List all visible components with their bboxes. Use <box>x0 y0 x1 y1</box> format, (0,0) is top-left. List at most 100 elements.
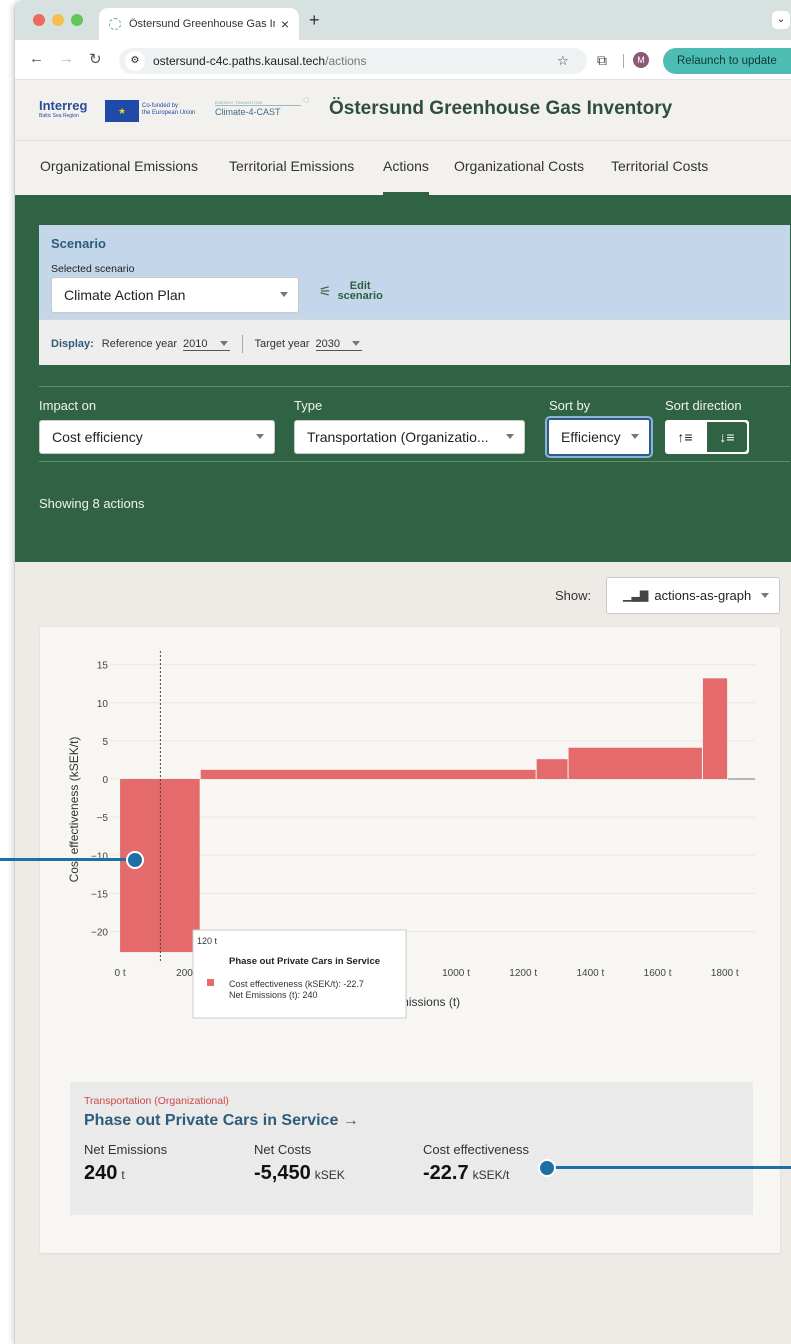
sort-descending-icon[interactable]: ↓≡ <box>707 422 747 452</box>
display-label: Display: <box>51 338 94 350</box>
extensions-icon[interactable]: ⧉ <box>597 52 607 69</box>
scenario-title: Scenario <box>51 236 106 251</box>
target-year-label: Target year <box>254 338 310 350</box>
tab-search-chevron-icon[interactable]: ⌄ <box>772 11 790 29</box>
x-tick-label: 0 t <box>115 968 126 979</box>
scenario-select[interactable]: Climate Action Plan <box>51 277 299 313</box>
target-year-value: 2030 <box>315 337 341 350</box>
sort-direction-label: Sort direction <box>665 398 742 413</box>
sort-direction-toggle[interactable]: ↑≡ ↓≡ <box>665 420 749 454</box>
bar-chart-icon: ▁▃▇ <box>623 590 649 602</box>
c4c-label: Climate-4-CAST <box>215 105 301 117</box>
view-mode-value: actions-as-graph <box>654 588 752 603</box>
address-bar[interactable]: ⚙ ostersund-c4c.paths.kausal.tech/action… <box>119 48 587 74</box>
tooltip-header: 120 t <box>197 936 218 946</box>
action-category[interactable]: Transportation (Organizational) <box>84 1095 229 1107</box>
cost-effectiveness-label: Cost effectiveness <box>423 1142 529 1157</box>
tab-title: Östersund Greenhouse Gas In <box>129 18 275 30</box>
favicon-icon <box>109 18 121 30</box>
tooltip-line: Cost effectiveness (kSEK/t): -22.7 <box>229 979 364 989</box>
annotation-line <box>0 858 130 861</box>
tooltip-box <box>192 929 407 1019</box>
selected-scenario-label: Selected scenario <box>51 263 135 275</box>
interreg-logo[interactable]: Interreg Baltic Sea Region <box>39 99 87 122</box>
target-year-select[interactable]: 2030 <box>315 337 363 351</box>
sort-by-value: Efficiency <box>561 429 621 445</box>
browser-window: Östersund Greenhouse Gas In × + ⌄ ← → ↻ … <box>14 0 791 1344</box>
profile-avatar[interactable]: M <box>633 52 649 68</box>
x-tick-label: 1000 t <box>442 968 470 979</box>
edit-scenario-line2: scenario <box>337 290 383 302</box>
y-tick-label: 0 <box>102 775 108 786</box>
net-emissions-value: 240 t <box>84 1162 125 1185</box>
sort-by-select[interactable]: Efficiency <box>547 418 651 456</box>
site-header: Interreg Baltic Sea Region ★ Co-funded b… <box>15 80 791 140</box>
back-arrow-icon[interactable]: ← <box>29 50 44 67</box>
nav-actions[interactable]: Actions <box>383 158 429 196</box>
edit-scenario-button[interactable]: ⚟ Edit scenario <box>319 281 383 302</box>
net-costs-label: Net Costs <box>254 1142 312 1157</box>
nav-territorial-costs[interactable]: Territorial Costs <box>611 158 708 174</box>
maximize-window-button[interactable] <box>71 14 83 26</box>
chart-bar <box>702 678 728 779</box>
minimize-window-button[interactable] <box>52 14 64 26</box>
impact-on-select[interactable]: Cost efficiency <box>39 420 275 454</box>
tab-close-icon[interactable]: × <box>281 16 289 32</box>
x-tick-label: 1600 t <box>644 968 672 979</box>
sort-ascending-icon[interactable]: ↑≡ <box>665 420 705 454</box>
impact-on-value: Cost efficiency <box>52 429 143 445</box>
climate-4-cast-logo[interactable]: ENERGY TRANSITION Climate-4-CAST ◌ <box>215 94 315 124</box>
view-mode-select[interactable]: ▁▃▇ actions-as-graph <box>606 577 780 614</box>
nav-organizational-costs[interactable]: Organizational Costs <box>454 158 584 174</box>
chevron-down-icon <box>352 340 361 346</box>
site-settings-icon[interactable]: ⚙ <box>125 51 145 71</box>
browser-tab[interactable]: Östersund Greenhouse Gas In × <box>99 8 299 40</box>
nav-organizational-emissions[interactable]: Organizational Emissions <box>40 158 198 174</box>
close-window-button[interactable] <box>33 14 45 26</box>
reference-year-select[interactable]: 2010 <box>183 338 230 351</box>
cost-effectiveness-value: -22.7 kSEK/t <box>423 1162 509 1185</box>
nav-territorial-emissions[interactable]: Territorial Emissions <box>229 158 354 174</box>
relaunch-button[interactable]: Relaunch to update <box>663 48 791 74</box>
main-nav: Organizational Emissions Territorial Emi… <box>15 140 791 196</box>
eu-funding-text: Co-funded by the European Union <box>142 103 195 117</box>
showing-count: Showing 8 actions <box>39 496 145 511</box>
annotation-line <box>548 1166 791 1169</box>
chart-tooltip: 120 t Phase out Private Cars in Service Co… <box>192 929 407 1019</box>
cost-effectiveness-chart[interactable]: 151050−5−10−15−200 t 200 t 1000 t 1200 t 140… <box>40 627 780 1067</box>
x-tick-label: 1800 t <box>711 968 739 979</box>
annotation-marker <box>538 1159 556 1177</box>
tab-strip: Östersund Greenhouse Gas In × + ⌄ <box>15 0 791 40</box>
chevron-down-icon <box>219 340 228 346</box>
y-tick-label: −15 <box>91 889 108 900</box>
bookmark-star-icon[interactable]: ☆ <box>557 53 569 69</box>
chevron-down-icon <box>280 292 288 297</box>
sort-by-label: Sort by <box>549 398 591 413</box>
divider <box>39 386 790 387</box>
type-value: Transportation (Organizatio... <box>307 429 489 445</box>
site-title[interactable]: Östersund Greenhouse Gas Inventory <box>329 98 672 120</box>
y-tick-label: −5 <box>97 813 109 824</box>
x-tick-label: 1200 t <box>509 968 537 979</box>
sliders-icon: ⚟ <box>319 282 332 299</box>
new-tab-button[interactable]: + <box>309 10 320 31</box>
annotation-marker <box>126 851 144 869</box>
reload-icon[interactable]: ↻ <box>89 50 102 68</box>
chart-bar <box>536 759 568 779</box>
show-label: Show: <box>555 588 592 603</box>
forward-arrow-icon[interactable]: → <box>59 50 74 67</box>
url-host: ostersund-c4c.paths.kausal.tech <box>153 54 326 68</box>
display-settings: Display: Reference year 2010 Target year… <box>39 319 790 365</box>
y-tick-label: −20 <box>91 928 108 939</box>
y-tick-label: 5 <box>102 737 108 748</box>
scenario-box: Scenario Selected scenario Climate Actio… <box>39 225 790 365</box>
chevron-down-icon <box>256 434 264 439</box>
chart-bar <box>568 747 702 779</box>
type-select[interactable]: Transportation (Organizatio... <box>294 420 525 454</box>
chevron-down-icon <box>761 592 769 598</box>
tooltip-swatch <box>207 979 214 986</box>
tooltip-title: Phase out Private Cars in Service <box>229 956 380 967</box>
y-tick-label: 15 <box>97 661 109 672</box>
action-title-link[interactable]: Phase out Private Cars in Service → <box>84 1112 359 1130</box>
scenario-selector-area: Scenario Selected scenario Climate Actio… <box>39 225 790 319</box>
